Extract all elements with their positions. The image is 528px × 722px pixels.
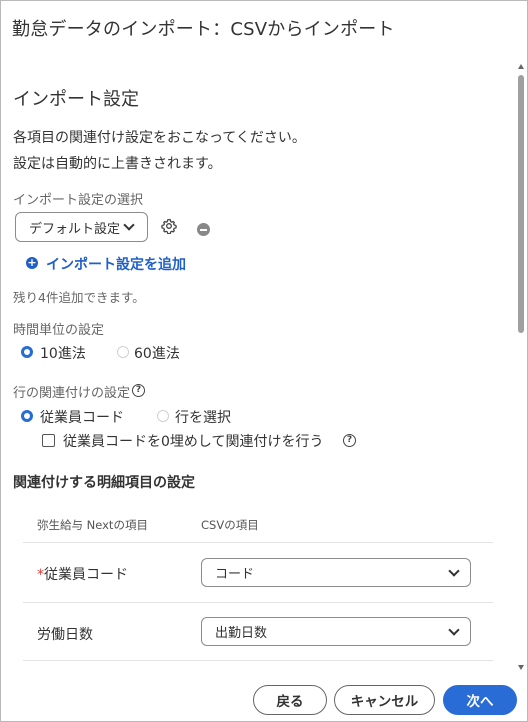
time-unit-label: 時間単位の設定: [13, 323, 105, 338]
row-label-working-days: 労働日数: [37, 627, 93, 643]
divider: [23, 660, 493, 661]
zero-pad-checkbox[interactable]: [42, 434, 55, 447]
divider: [23, 602, 493, 603]
gear-icon[interactable]: [161, 218, 177, 234]
radio-employee-code[interactable]: [21, 410, 33, 422]
back-button[interactable]: 戻る: [253, 685, 327, 715]
required-mark: *: [37, 567, 44, 583]
radio-select-row[interactable]: [157, 410, 169, 422]
import-settings-heading: インポート設定: [13, 89, 139, 110]
divider: [23, 542, 493, 543]
csv-select-working-days[interactable]: 出勤日数: [201, 617, 471, 646]
chevron-down-icon: [448, 623, 460, 636]
csv-select-employee-code-value: コード: [215, 567, 255, 582]
cancel-button[interactable]: キャンセル: [334, 685, 435, 715]
description-line-1: 各項目の関連付け設定をおこなってください。: [13, 130, 306, 146]
add-circle-icon[interactable]: +: [26, 257, 38, 269]
column-header-csv: CSVの項目: [201, 518, 259, 532]
scrollbar[interactable]: [517, 61, 525, 673]
import-dialog: 勤怠データのインポート：CSVからインポート インポート設定 各項目の関連付け設…: [0, 0, 528, 722]
scroll-down-arrow-icon[interactable]: [518, 665, 524, 670]
remove-setting-icon[interactable]: [197, 223, 210, 236]
scroll-thumb[interactable]: [518, 75, 524, 333]
column-header-source: 弥生給与 Nextの項目: [37, 518, 148, 532]
help-icon[interactable]: ?: [343, 434, 356, 447]
import-setting-select-label: インポート設定の選択: [13, 193, 144, 208]
radio-sexagesimal-label[interactable]: 60進法: [134, 343, 180, 363]
next-button[interactable]: 次へ: [443, 685, 517, 715]
dialog-title: 勤怠データのインポート：CSVからインポート: [12, 19, 395, 40]
row-mapping-label: 行の関連付けの設定: [13, 386, 131, 401]
csv-select-employee-code[interactable]: コード: [201, 558, 471, 587]
import-setting-select-value: デフォルト設定: [29, 221, 121, 237]
csv-select-working-days-value: 出勤日数: [215, 626, 268, 641]
radio-sexagesimal[interactable]: [117, 346, 129, 358]
chevron-down-icon: [448, 564, 460, 577]
detail-mapping-heading: 関連付けする明細項目の設定: [13, 475, 195, 491]
scroll-up-arrow-icon[interactable]: [518, 64, 524, 69]
zero-pad-checkbox-label[interactable]: 従業員コードを0埋めして関連付けを行う: [63, 431, 324, 451]
import-setting-select[interactable]: デフォルト設定: [15, 212, 148, 242]
help-icon[interactable]: ?: [132, 384, 145, 397]
description-line-2: 設定は自動的に上書きされます。: [13, 156, 222, 172]
radio-decimal-label[interactable]: 10進法: [40, 343, 86, 363]
add-import-setting-link[interactable]: インポート設定を追加: [46, 254, 186, 274]
radio-decimal[interactable]: [21, 346, 33, 358]
remaining-note: 残り4件追加できます。: [13, 290, 145, 305]
radio-employee-code-label[interactable]: 従業員コード: [40, 407, 124, 427]
dialog-body: インポート設定 各項目の関連付け設定をおこなってください。 設定は自動的に上書き…: [1, 61, 513, 671]
row-label-employee-code: *従業員コード: [37, 567, 128, 583]
radio-select-row-label[interactable]: 行を選択: [175, 407, 231, 427]
chevron-down-icon: [123, 219, 135, 231]
